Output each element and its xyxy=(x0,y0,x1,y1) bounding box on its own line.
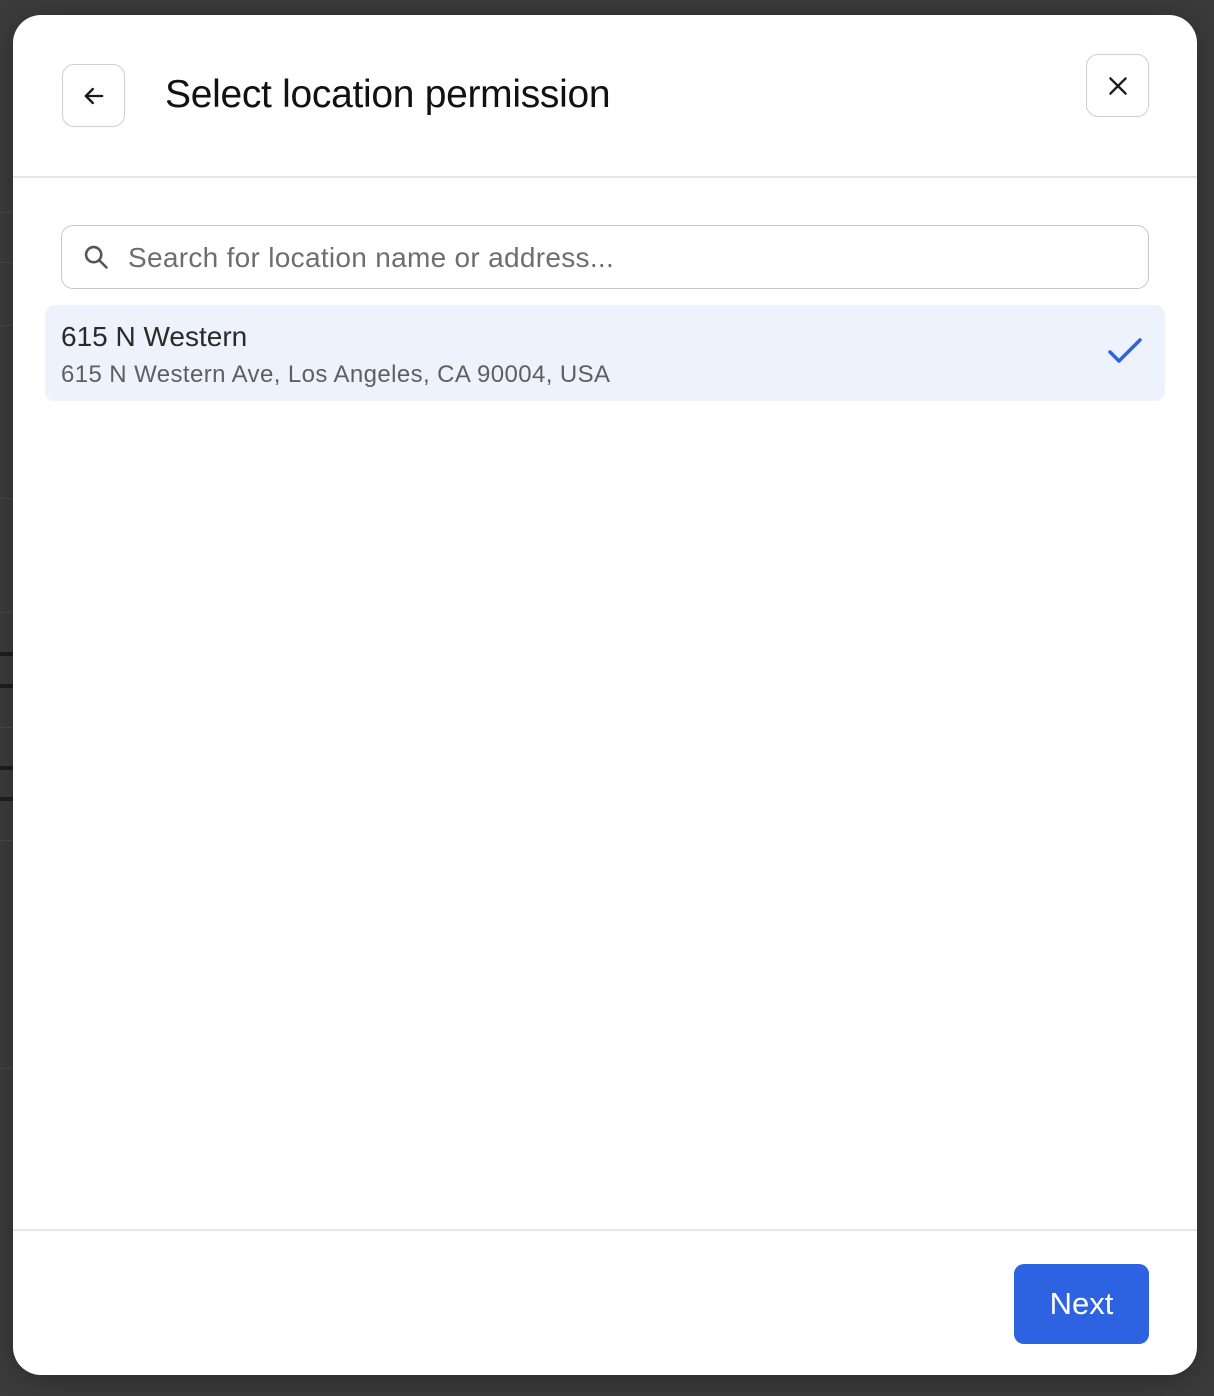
location-list-item[interactable]: 615 N Western 615 N Western Ave, Los Ang… xyxy=(45,305,1165,401)
search-icon xyxy=(84,245,108,269)
modal-title: Select location permission xyxy=(165,73,611,116)
background-bar xyxy=(0,684,14,688)
next-button[interactable]: Next xyxy=(1014,1264,1149,1344)
background-bar xyxy=(0,766,14,770)
back-button[interactable] xyxy=(62,64,125,127)
search-box xyxy=(61,225,1149,289)
search-input[interactable] xyxy=(126,234,1130,282)
modal-header: Select location permission xyxy=(13,15,1197,178)
location-address: 615 N Western Ave, Los Angeles, CA 90004… xyxy=(61,361,611,388)
checkmark-icon xyxy=(1108,338,1142,363)
close-icon xyxy=(1108,76,1127,95)
background-bar xyxy=(0,652,14,656)
modal-footer: Next xyxy=(13,1229,1197,1375)
arrow-left-icon xyxy=(84,87,103,104)
close-button[interactable] xyxy=(1086,54,1149,117)
location-name: 615 N Western xyxy=(61,321,248,352)
background-bar xyxy=(0,797,14,801)
location-permission-modal: Select location permission 615 N Western… xyxy=(13,15,1197,1375)
